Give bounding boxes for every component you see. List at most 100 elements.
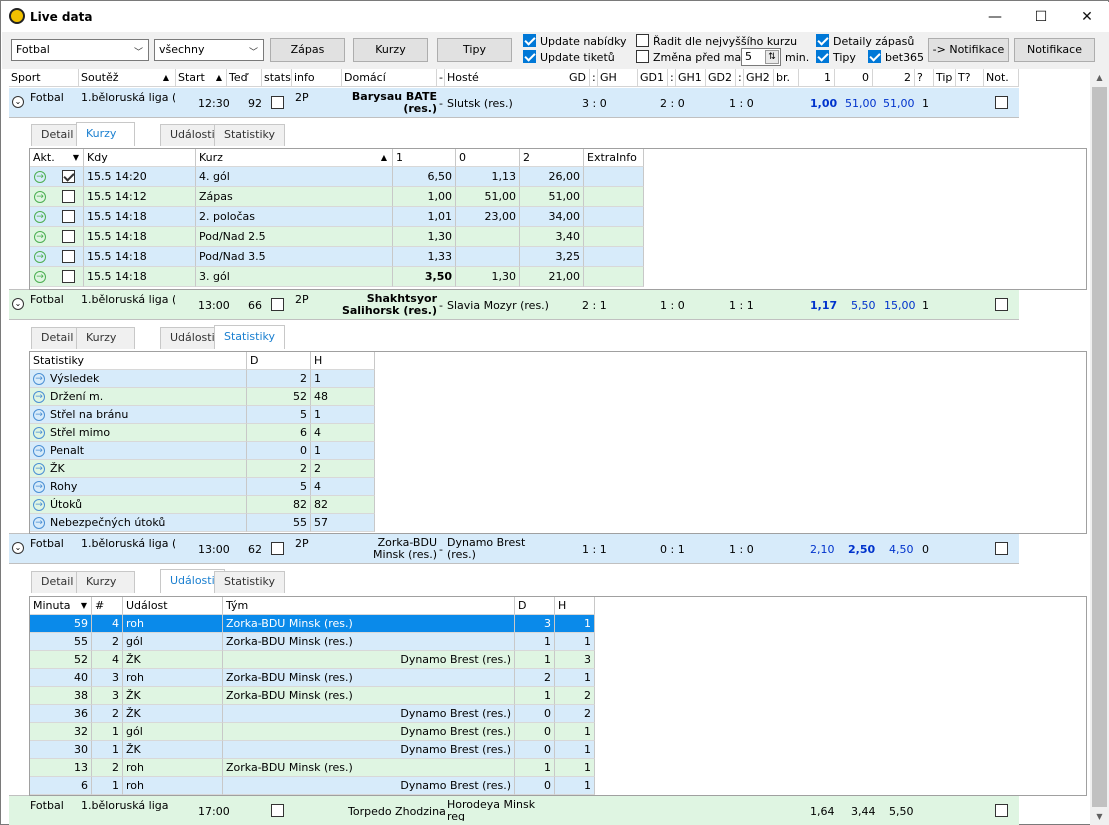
col-q[interactable]: ?: [915, 69, 934, 87]
odds-active-checkbox[interactable]: [62, 170, 75, 183]
update-nabidky-checkbox[interactable]: [523, 34, 536, 47]
stats-checkbox[interactable]: [271, 804, 284, 817]
zmena-checkbox[interactable]: [636, 50, 649, 63]
scroll-down-icon[interactable]: ▼: [1090, 808, 1109, 825]
go-arrow-icon[interactable]: →: [33, 373, 45, 385]
go-arrow-icon[interactable]: →: [34, 251, 46, 263]
detaily-checkbox[interactable]: [816, 34, 829, 47]
col-tip[interactable]: Tip: [934, 69, 956, 87]
radit-checkbox[interactable]: [636, 34, 649, 47]
go-arrow-icon[interactable]: →: [33, 499, 45, 511]
col-gd[interactable]: GD: [544, 69, 590, 87]
stats-col-d[interactable]: D: [247, 352, 311, 370]
stats-checkbox[interactable]: [271, 298, 284, 311]
events-col-h[interactable]: H: [555, 597, 595, 615]
stats-checkbox[interactable]: [271, 96, 284, 109]
col-br[interactable]: br.: [774, 69, 799, 87]
maximize-button[interactable]: ☐: [1018, 2, 1064, 32]
col-not[interactable]: Not.: [984, 69, 1019, 87]
odds-active-checkbox[interactable]: [62, 250, 75, 263]
tipy-button[interactable]: Tipy: [437, 38, 512, 62]
filter-select[interactable]: všechny ﹀: [154, 39, 264, 61]
events-col-n[interactable]: #: [92, 597, 123, 615]
match-row[interactable]: Fotbal 1.běloruská liga 17:00 Torpedo Zh…: [9, 796, 1019, 825]
tipy-checkbox[interactable]: [816, 50, 829, 63]
odds-col-kurz[interactable]: Kurz ▲: [196, 149, 393, 167]
minutes-input[interactable]: 5 ⇅: [741, 48, 781, 66]
tab-kurzy-bet365[interactable]: Kurzy bet365: [76, 571, 136, 608]
odds-active-checkbox[interactable]: [62, 190, 75, 203]
col-gh2[interactable]: GH2: [744, 69, 774, 87]
tab-statistiky[interactable]: Statistiky: [214, 325, 285, 349]
spinner-icon[interactable]: ⇅: [765, 50, 779, 64]
col-domaci[interactable]: Domácí: [342, 69, 437, 87]
go-arrow-icon[interactable]: →: [33, 463, 45, 475]
match-row[interactable]: ⌄ Fotbal 1.běloruská liga (res 13:00 62 …: [9, 534, 1019, 564]
vertical-scrollbar[interactable]: ▲ ▼: [1090, 69, 1109, 825]
odds-col-2[interactable]: 2: [520, 149, 584, 167]
notify-checkbox[interactable]: [995, 804, 1008, 817]
odds-col-1[interactable]: 1: [393, 149, 456, 167]
go-arrow-icon[interactable]: →: [34, 191, 46, 203]
kurzy-button[interactable]: Kurzy: [353, 38, 428, 62]
notifikace-button[interactable]: Notifikace: [1014, 38, 1095, 62]
col-t[interactable]: T?: [956, 69, 984, 87]
sport-select[interactable]: Fotbal ﹀: [11, 39, 149, 61]
col-ted[interactable]: Teď: [227, 69, 262, 87]
col-odd0[interactable]: 0: [835, 69, 873, 87]
go-arrow-icon[interactable]: →: [33, 391, 45, 403]
odds-active-checkbox[interactable]: [62, 230, 75, 243]
col-dash[interactable]: -: [437, 69, 445, 87]
tab-statistiky[interactable]: Statistiky: [214, 571, 285, 593]
go-arrow-icon[interactable]: →: [34, 271, 46, 283]
col-stats[interactable]: stats: [262, 69, 292, 87]
odds-col-extrainfo[interactable]: ExtraInfo: [584, 149, 644, 167]
events-col-minuta[interactable]: Minuta ▼: [30, 597, 92, 615]
odds-col-kdy[interactable]: Kdy: [84, 149, 196, 167]
go-arrow-icon[interactable]: →: [33, 481, 45, 493]
scroll-thumb[interactable]: [1092, 87, 1107, 807]
tab-kurzy-bet365[interactable]: Kurzy bet365: [76, 327, 136, 364]
go-arrow-icon[interactable]: →: [33, 517, 45, 529]
odds-col-akt[interactable]: Akt. ▼: [30, 149, 84, 167]
tab-statistiky[interactable]: Statistiky: [214, 124, 285, 146]
scroll-up-icon[interactable]: ▲: [1090, 69, 1109, 86]
stats-col-h[interactable]: H: [311, 352, 375, 370]
collapse-icon[interactable]: ⌄: [12, 96, 24, 108]
match-row[interactable]: ⌄ Fotbal 1.běloruská liga (res 13:00 66 …: [9, 290, 1019, 320]
col-sport[interactable]: Sport: [9, 69, 79, 87]
tab-kurzy-bet365[interactable]: Kurzy bet365: [76, 122, 136, 162]
close-button[interactable]: ✕: [1064, 2, 1109, 32]
minimize-button[interactable]: —: [972, 2, 1018, 32]
col-gd2[interactable]: GD2: [706, 69, 736, 87]
notify-checkbox[interactable]: [995, 298, 1008, 311]
notify-checkbox[interactable]: [995, 542, 1008, 555]
collapse-icon[interactable]: ⌄: [12, 542, 24, 554]
col-odd2[interactable]: 2: [873, 69, 915, 87]
go-arrow-icon[interactable]: →: [34, 231, 46, 243]
events-col-udalost[interactable]: Událost: [123, 597, 223, 615]
stats-col-name[interactable]: Statistiky: [30, 352, 247, 370]
notify-checkbox[interactable]: [995, 96, 1008, 109]
col-gh1[interactable]: GH1: [676, 69, 706, 87]
odds-active-checkbox[interactable]: [62, 270, 75, 283]
col-odd1[interactable]: 1: [799, 69, 835, 87]
collapse-icon[interactable]: ⌄: [12, 298, 24, 310]
col-info[interactable]: info: [292, 69, 342, 87]
bet365-checkbox[interactable]: [868, 50, 881, 63]
col-soutez[interactable]: Soutěž ▲: [79, 69, 176, 87]
odds-col-0[interactable]: 0: [456, 149, 520, 167]
go-arrow-icon[interactable]: →: [33, 427, 45, 439]
match-row[interactable]: ⌄ Fotbal 1.běloruská liga (res 12:30 92 …: [9, 88, 1019, 118]
go-arrow-icon[interactable]: →: [33, 445, 45, 457]
stats-checkbox[interactable]: [271, 542, 284, 555]
go-arrow-icon[interactable]: →: [33, 409, 45, 421]
col-gd1[interactable]: GD1: [638, 69, 668, 87]
go-arrow-icon[interactable]: →: [34, 211, 46, 223]
col-start[interactable]: Start ▲: [176, 69, 227, 87]
col-gh[interactable]: GH: [598, 69, 638, 87]
zapas-button[interactable]: Zápas: [270, 38, 345, 62]
events-col-tym[interactable]: Tým: [223, 597, 515, 615]
notifikace-arrow-button[interactable]: -> Notifikace: [928, 38, 1009, 62]
go-arrow-icon[interactable]: →: [34, 171, 46, 183]
